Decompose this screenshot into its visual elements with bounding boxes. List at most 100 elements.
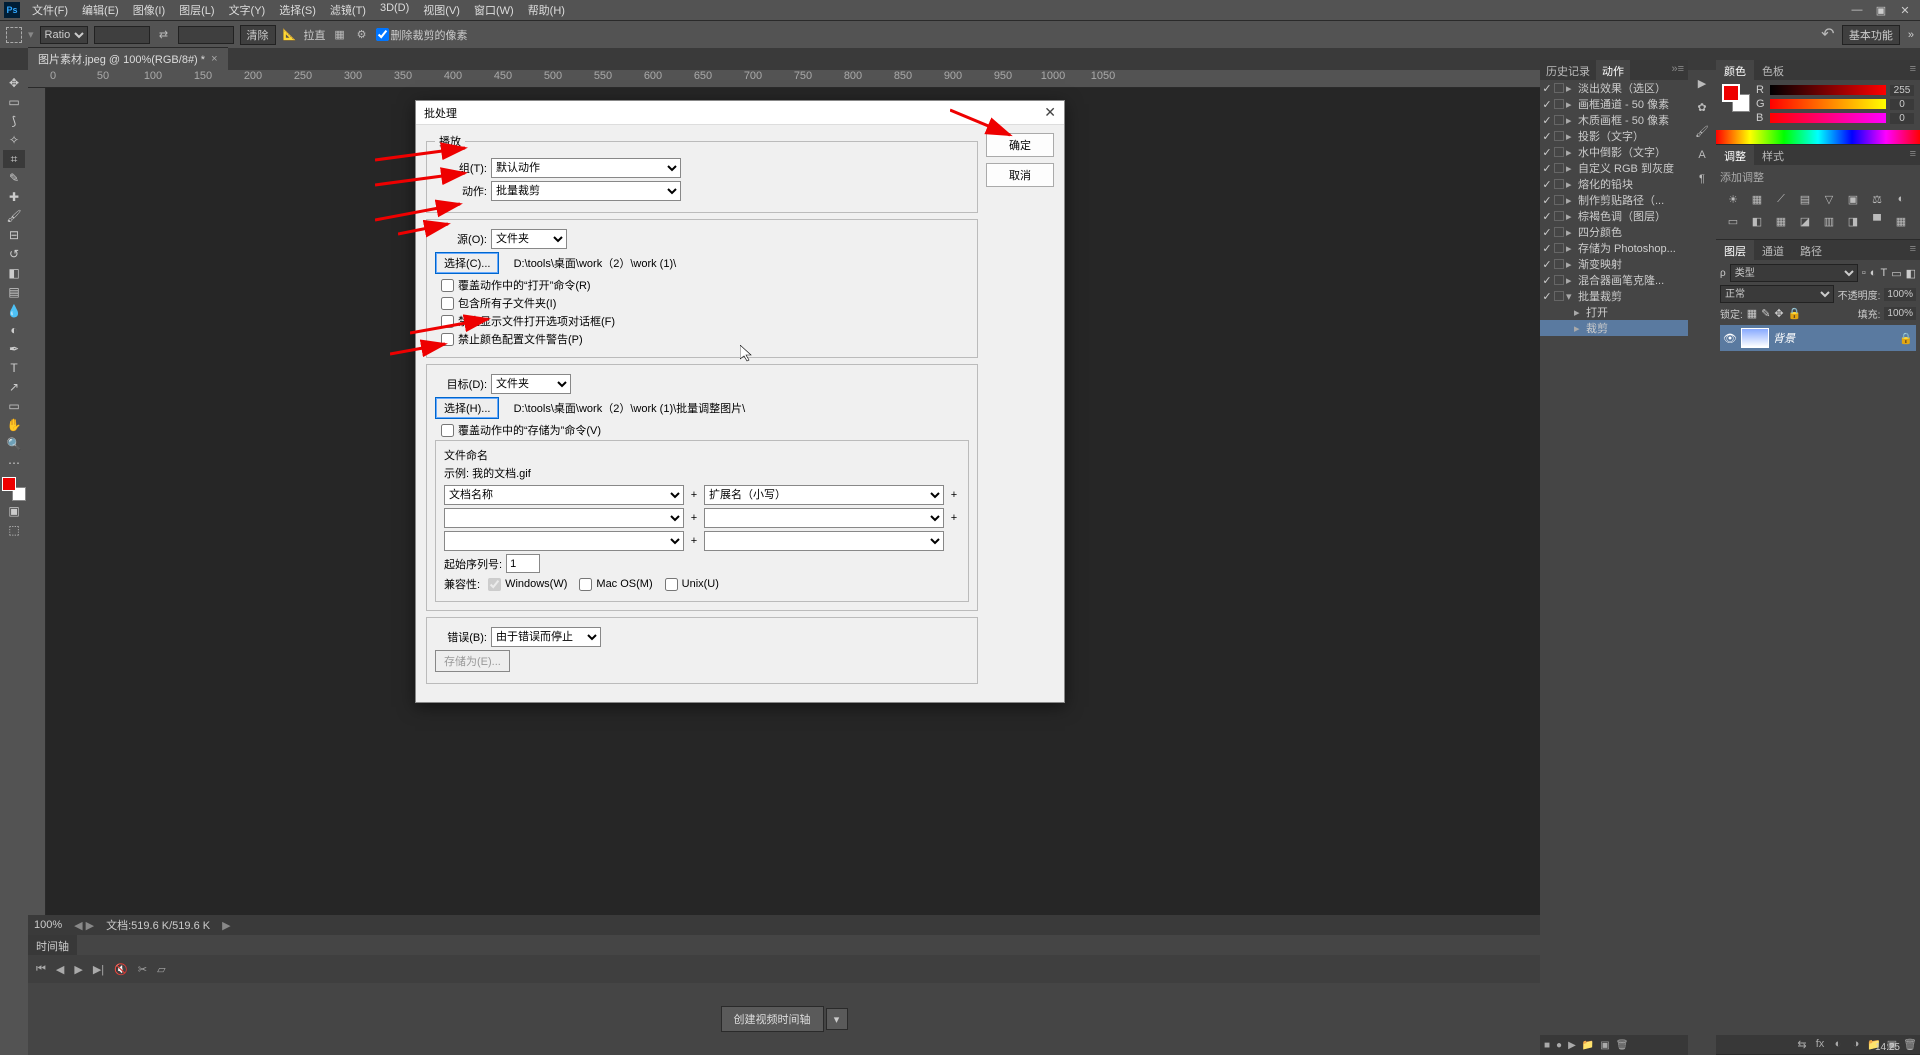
- action-item[interactable]: 熔化的铅块: [1578, 176, 1686, 192]
- crop-tool-icon[interactable]: [6, 27, 22, 43]
- action-item[interactable]: 渐变映射: [1578, 256, 1686, 272]
- b-value[interactable]: 0: [1890, 113, 1914, 124]
- zoom-value[interactable]: 100%: [34, 919, 62, 931]
- lookup-icon[interactable]: ▦: [1772, 215, 1790, 231]
- menu-file[interactable]: 文件(F): [26, 0, 74, 20]
- override-open-checkbox[interactable]: [441, 279, 454, 292]
- action-item[interactable]: 棕褐色调（图层）: [1578, 208, 1686, 224]
- color-swatch[interactable]: [2, 477, 26, 501]
- crop-tool[interactable]: ⌗: [3, 150, 25, 168]
- color-tab[interactable]: 颜色: [1716, 60, 1754, 80]
- start-serial-input[interactable]: [506, 554, 540, 573]
- selcolor-icon[interactable]: ▦: [1892, 215, 1910, 231]
- char-panel-icon[interactable]: A: [1693, 146, 1711, 164]
- name-part-1[interactable]: 文档名称: [444, 485, 684, 505]
- straighten-icon[interactable]: 📐: [282, 27, 298, 43]
- paths-tab[interactable]: 路径: [1792, 240, 1830, 260]
- clear-button[interactable]: 清除: [240, 25, 276, 45]
- timeline-tab[interactable]: 时间轴: [28, 935, 77, 955]
- swap-icon[interactable]: ⇄: [156, 27, 172, 43]
- r-value[interactable]: 255: [1890, 85, 1914, 96]
- panel-menu-icon[interactable]: ≡: [1906, 60, 1920, 80]
- dialog-close-icon[interactable]: ✕: [1044, 104, 1056, 121]
- action-step[interactable]: 打开: [1586, 304, 1686, 320]
- brightness-icon[interactable]: ☀: [1724, 193, 1742, 209]
- workspace-menu-icon[interactable]: »: [1908, 29, 1914, 41]
- name-part-2[interactable]: 扩展名（小写）: [704, 485, 944, 505]
- prev-frame-icon[interactable]: ◀: [56, 963, 64, 976]
- link-icon[interactable]: ⇆: [1795, 1038, 1809, 1051]
- create-timeline-button[interactable]: 创建视频时间轴: [721, 1006, 824, 1032]
- scissors-icon[interactable]: ✂: [138, 963, 147, 976]
- undo-icon[interactable]: ↶: [1820, 27, 1836, 43]
- zoom-tool[interactable]: 🔍: [3, 435, 25, 453]
- action-item[interactable]: 混合器画笔克隆...: [1578, 272, 1686, 288]
- menu-image[interactable]: 图像(I): [127, 0, 171, 20]
- hue-icon[interactable]: ▣: [1844, 193, 1862, 209]
- dest-select[interactable]: 文件夹: [491, 374, 571, 394]
- stop-icon[interactable]: ■: [1544, 1040, 1550, 1051]
- transition-icon[interactable]: ▱: [157, 963, 165, 976]
- g-value[interactable]: 0: [1890, 99, 1914, 110]
- action-item[interactable]: 存储为 Photoshop...: [1578, 240, 1686, 256]
- stamp-tool[interactable]: ⊟: [3, 226, 25, 244]
- include-subfolders-checkbox[interactable]: [441, 297, 454, 310]
- styles-tab[interactable]: 样式: [1754, 145, 1792, 165]
- choose-dest-button[interactable]: 选择(H)...: [435, 397, 499, 419]
- ratio-select[interactable]: Ratio: [40, 26, 88, 44]
- menu-3d[interactable]: 3D(D): [374, 0, 415, 20]
- action-item[interactable]: 制作剪贴路径（...: [1578, 192, 1686, 208]
- action-select[interactable]: 批量裁剪: [491, 181, 681, 201]
- delete-icon[interactable]: 🗑: [1903, 1038, 1917, 1051]
- b-slider[interactable]: [1770, 113, 1886, 123]
- new-action-icon[interactable]: ▣: [1600, 1040, 1609, 1051]
- suppress-profile-checkbox[interactable]: [441, 333, 454, 346]
- wand-tool[interactable]: ✧: [3, 131, 25, 149]
- gradmap-icon[interactable]: ▀: [1868, 215, 1886, 231]
- hand-tool[interactable]: ✋: [3, 416, 25, 434]
- menu-type[interactable]: 文字(Y): [223, 0, 272, 20]
- channels-tab[interactable]: 通道: [1754, 240, 1792, 260]
- name-part-3[interactable]: [444, 508, 684, 528]
- play-icon[interactable]: ▶: [74, 963, 82, 976]
- action-item[interactable]: 淡出效果（选区）: [1578, 80, 1686, 96]
- ok-button[interactable]: 确定: [986, 133, 1054, 157]
- source-select[interactable]: 文件夹: [491, 229, 567, 249]
- compat-unix-checkbox[interactable]: [665, 578, 678, 591]
- action-item[interactable]: 四分颜色: [1578, 224, 1686, 240]
- name-part-4[interactable]: [704, 508, 944, 528]
- invert-icon[interactable]: ◪: [1796, 215, 1814, 231]
- play-action-icon[interactable]: ▶: [1693, 74, 1711, 92]
- blend-mode-select[interactable]: 正常: [1720, 285, 1834, 303]
- bw-icon[interactable]: ◐: [1892, 193, 1910, 209]
- colorbal-icon[interactable]: ⚖: [1868, 193, 1886, 209]
- actions-tab[interactable]: 动作: [1596, 60, 1630, 80]
- trash-icon[interactable]: 🗑: [1616, 1040, 1629, 1051]
- mask-icon[interactable]: ◐: [1831, 1038, 1845, 1051]
- shape-tool[interactable]: ▭: [3, 397, 25, 415]
- next-frame-icon[interactable]: ▶|: [93, 963, 104, 976]
- heal-tool[interactable]: ✚: [3, 188, 25, 206]
- close-tab-icon[interactable]: ×: [211, 53, 217, 65]
- name-part-5[interactable]: [444, 531, 684, 551]
- name-part-6[interactable]: [704, 531, 944, 551]
- layer-thumb[interactable]: [1741, 328, 1769, 348]
- menu-view[interactable]: 视图(V): [417, 0, 466, 20]
- suppress-open-checkbox[interactable]: [441, 315, 454, 328]
- path-tool[interactable]: ↗: [3, 378, 25, 396]
- opacity-value[interactable]: 100%: [1884, 288, 1916, 301]
- brush-panel-icon[interactable]: ✿: [1693, 98, 1711, 116]
- grid-icon[interactable]: ▦: [332, 27, 348, 43]
- action-item[interactable]: 画框通道 - 50 像素: [1578, 96, 1686, 112]
- mixer-icon[interactable]: ◧: [1748, 215, 1766, 231]
- new-set-icon[interactable]: 📁: [1582, 1040, 1594, 1051]
- color-picker[interactable]: [1722, 84, 1750, 112]
- swatches-tab[interactable]: 色板: [1754, 60, 1792, 80]
- delete-cropped-checkbox[interactable]: [376, 28, 389, 41]
- menu-help[interactable]: 帮助(H): [522, 0, 571, 20]
- play-icon[interactable]: ▶: [1568, 1040, 1576, 1051]
- choose-source-button[interactable]: 选择(C)...: [435, 252, 499, 274]
- maximize-icon[interactable]: ▣: [1870, 2, 1892, 18]
- quickmask-tool[interactable]: ▣: [3, 502, 25, 520]
- minimize-icon[interactable]: —: [1846, 2, 1868, 18]
